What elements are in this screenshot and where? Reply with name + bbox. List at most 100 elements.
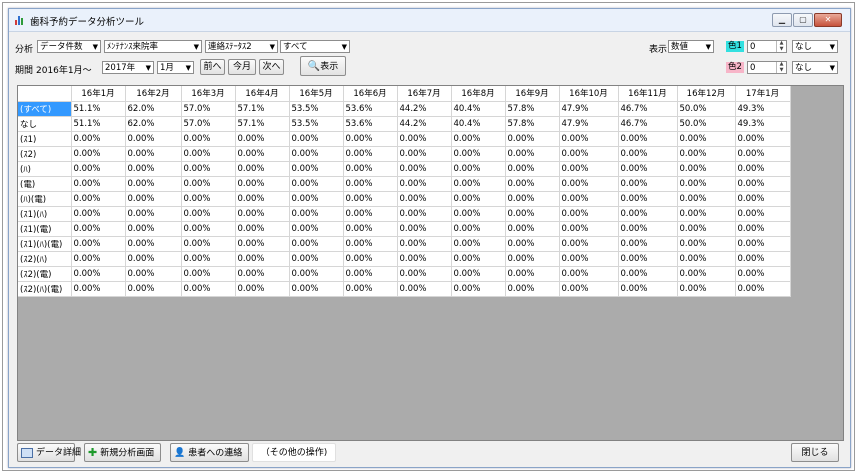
table-cell[interactable]: 0.00% [125,191,182,207]
table-cell[interactable]: 0.00% [559,131,619,147]
column-header[interactable]: 16年12月 [677,86,736,102]
table-cell[interactable]: 0.00% [235,131,290,147]
table-cell[interactable]: 49.3% [735,101,791,117]
table-cell[interactable]: 51.1% [71,116,126,132]
table-cell[interactable]: 0.00% [343,161,398,177]
table-cell[interactable]: 0.00% [71,176,126,192]
column-header[interactable]: 16年3月 [181,86,236,102]
table-cell[interactable]: 57.1% [235,101,290,117]
table-cell[interactable]: 0.00% [451,131,506,147]
table-cell[interactable]: 49.3% [735,116,791,132]
table-cell[interactable]: 0.00% [181,161,236,177]
table-cell[interactable]: 0.00% [735,236,791,252]
table-cell[interactable]: 0.00% [618,146,678,162]
table-row[interactable]: (ｽ2)(ﾊ) 0.00% 0.00% 0.00% 0.00% 0.00% 0.00% 0.0… [18,251,791,267]
table-cell[interactable]: 0.00% [559,236,619,252]
table-cell[interactable]: 44.2% [397,101,452,117]
table-cell[interactable]: 0.00% [677,161,736,177]
table-cell[interactable]: 0.00% [289,251,344,267]
prev-button[interactable]: 前へ [200,59,225,75]
table-cell[interactable]: 0.00% [289,206,344,222]
table-cell[interactable]: 0.00% [505,146,560,162]
table-cell[interactable]: 0.00% [343,221,398,237]
table-cell[interactable]: 0.00% [735,266,791,282]
table-cell[interactable]: 0.00% [181,221,236,237]
table-cell[interactable]: 0.00% [343,146,398,162]
table-cell[interactable]: 0.00% [289,266,344,282]
table-cell[interactable]: 0.00% [71,236,126,252]
column-header[interactable]: 16年11月 [618,86,678,102]
table-cell[interactable]: 0.00% [451,191,506,207]
table-cell[interactable]: 0.00% [181,191,236,207]
table-cell[interactable]: 0.00% [397,281,452,297]
table-cell[interactable]: 0.00% [181,281,236,297]
table-cell[interactable]: 0.00% [235,206,290,222]
table-cell[interactable]: 0.00% [735,131,791,147]
table-cell[interactable]: 0.00% [618,191,678,207]
table-cell[interactable]: 0.00% [559,176,619,192]
row-header[interactable]: なし [18,116,72,132]
table-cell[interactable]: 0.00% [677,251,736,267]
table-cell[interactable]: 0.00% [451,281,506,297]
table-cell[interactable]: 44.2% [397,116,452,132]
spinner-arrows-icon[interactable]: ▲ ▼ [776,40,786,52]
table-cell[interactable]: 57.0% [181,116,236,132]
table-row[interactable]: (すべて) 51.1% 62.0% 57.0% 57.1% 53.5% 53.6% 44.2%… [18,101,791,117]
table-cell[interactable]: 0.00% [451,176,506,192]
column-header[interactable]: 16年1月 [71,86,126,102]
table-cell[interactable]: 40.4% [451,116,506,132]
table-cell[interactable]: 0.00% [289,236,344,252]
analysis-type-select[interactable]: データ件数 ▼ [37,40,101,53]
table-cell[interactable]: 0.00% [735,221,791,237]
table-cell[interactable]: 0.00% [451,251,506,267]
table-cell[interactable]: 0.00% [181,146,236,162]
row-header[interactable]: (すべて) [18,101,72,117]
table-cell[interactable]: 0.00% [451,161,506,177]
table-cell[interactable]: 53.6% [343,116,398,132]
contact-patient-button[interactable]: 👤 患者への連絡 [170,443,249,462]
table-cell[interactable]: 0.00% [677,221,736,237]
table-cell[interactable]: 57.8% [505,101,560,117]
table-row[interactable]: (ﾊ)(電) 0.00% 0.00% 0.00% 0.00% 0.00% 0.00% 0.00… [18,191,791,207]
spinner-arrows-icon[interactable]: ▲ ▼ [776,61,786,73]
table-cell[interactable]: 0.00% [71,146,126,162]
table-cell[interactable]: 0.00% [677,266,736,282]
table-cell[interactable]: 0.00% [559,221,619,237]
table-cell[interactable]: 0.00% [735,176,791,192]
table-cell[interactable]: 0.00% [181,266,236,282]
color1-option-select[interactable]: なし ▼ [792,40,838,53]
this-month-button[interactable]: 今月 [228,59,256,75]
table-cell[interactable]: 46.7% [618,101,678,117]
table-cell[interactable]: 0.00% [618,281,678,297]
color2-option-select[interactable]: なし ▼ [792,61,838,74]
table-cell[interactable]: 0.00% [343,281,398,297]
table-cell[interactable]: 0.00% [677,236,736,252]
table-cell[interactable]: 0.00% [618,236,678,252]
table-row[interactable]: (ｽ1)(ﾊ)(電) 0.00% 0.00% 0.00% 0.00% 0.00% 0.00%… [18,236,791,252]
table-cell[interactable]: 57.0% [181,101,236,117]
table-cell[interactable]: 0.00% [397,206,452,222]
table-cell[interactable]: 0.00% [181,176,236,192]
table-cell[interactable]: 57.8% [505,116,560,132]
table-cell[interactable]: 0.00% [125,266,182,282]
table-cell[interactable]: 0.00% [397,191,452,207]
row-header[interactable]: (ｽ2)(電) [18,266,72,282]
table-cell[interactable]: 0.00% [125,146,182,162]
table-cell[interactable]: 0.00% [677,281,736,297]
next-button[interactable]: 次へ [259,59,284,75]
table-cell[interactable]: 0.00% [235,176,290,192]
table-cell[interactable]: 53.5% [289,101,344,117]
table-cell[interactable]: 0.00% [235,251,290,267]
column-header[interactable]: 16年10月 [559,86,619,102]
column-header[interactable]: 16年4月 [235,86,290,102]
table-cell[interactable]: 0.00% [451,146,506,162]
table-cell[interactable]: 0.00% [181,236,236,252]
table-cell[interactable]: 0.00% [343,251,398,267]
table-cell[interactable]: 0.00% [505,161,560,177]
table-cell[interactable]: 62.0% [125,101,182,117]
table-cell[interactable]: 0.00% [125,206,182,222]
table-cell[interactable]: 0.00% [451,266,506,282]
table-cell[interactable]: 0.00% [559,146,619,162]
row-header[interactable]: (ﾊ)(電) [18,191,72,207]
table-cell[interactable]: 51.1% [71,101,126,117]
